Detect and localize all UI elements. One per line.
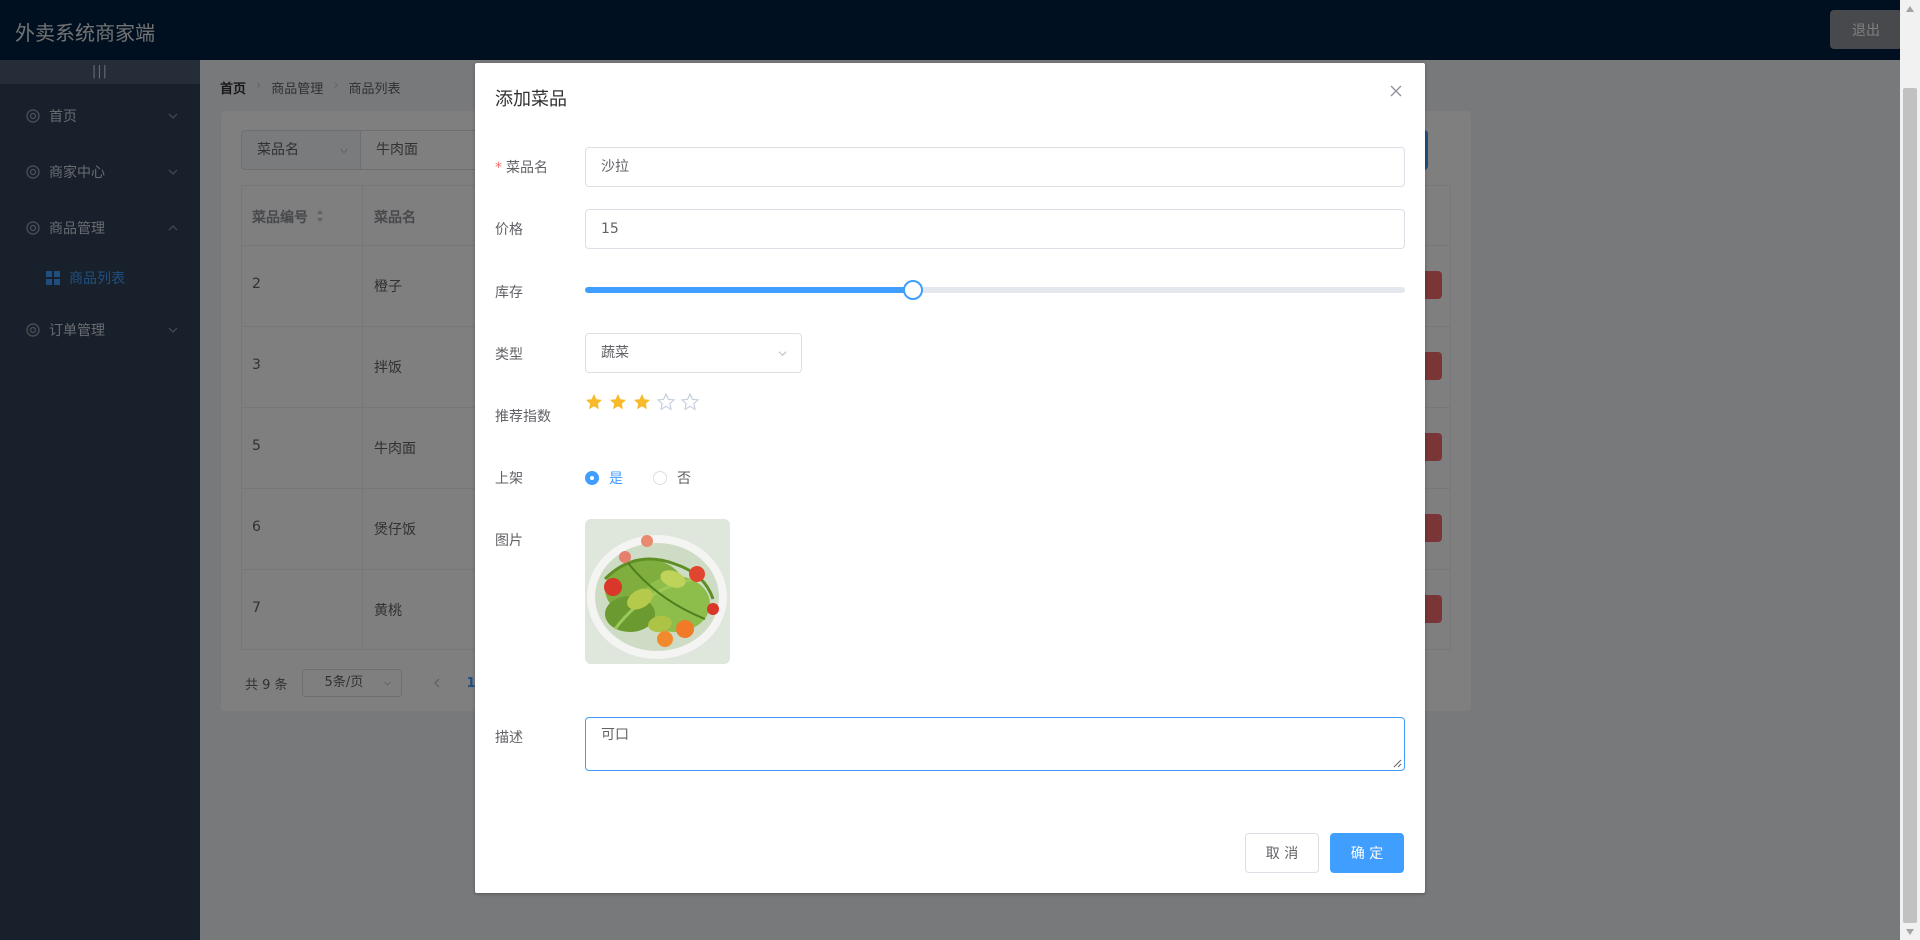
listed-no-radio[interactable]: 否 [653, 468, 691, 488]
type-select[interactable]: 蔬菜 [585, 333, 802, 373]
dish-image-upload[interactable] [585, 519, 730, 664]
star-empty-icon[interactable] [681, 393, 699, 411]
type-select-value: 蔬菜 [601, 345, 629, 361]
page-scrollbar[interactable] [1900, 0, 1920, 940]
star-filled-icon[interactable] [633, 393, 651, 411]
name-label: * 菜品名 [495, 157, 548, 177]
close-icon[interactable] [1389, 84, 1403, 98]
slider-fill [585, 287, 913, 293]
listed-yes-radio[interactable]: 是 [585, 468, 623, 488]
radio-label: 是 [609, 471, 623, 487]
radio-dot [585, 471, 599, 485]
dialog-title: 添加菜品 [495, 89, 567, 110]
type-label: 类型 [495, 347, 523, 363]
star-empty-icon[interactable] [657, 393, 675, 411]
name-label-text: 菜品名 [506, 160, 548, 176]
cancel-button[interactable]: 取 消 [1245, 833, 1319, 873]
price-label: 价格 [495, 222, 523, 238]
star-filled-icon[interactable] [585, 393, 603, 411]
rating-label: 推荐指数 [495, 409, 551, 425]
dish-name-input[interactable]: 沙拉 [585, 147, 1405, 187]
description-text: 可口 [601, 727, 629, 743]
confirm-button[interactable]: 确 定 [1330, 833, 1404, 873]
rating-stars[interactable] [585, 393, 699, 411]
add-dish-dialog: 添加菜品 * 菜品名 沙拉 价格 15 库存 类型 蔬菜 推荐指数 上架 是 否 … [475, 63, 1425, 893]
star-filled-icon[interactable] [609, 393, 627, 411]
chevron-down-icon [778, 351, 787, 357]
description-textarea[interactable]: 可口 [585, 717, 1405, 771]
listed-label: 上架 [495, 471, 523, 487]
scroll-up-arrow-icon[interactable] [1905, 5, 1915, 13]
radio-label: 否 [677, 471, 691, 487]
price-input[interactable]: 15 [585, 209, 1405, 249]
scroll-down-arrow-icon[interactable] [1905, 928, 1915, 936]
slider-handle[interactable] [903, 280, 923, 300]
stock-slider[interactable] [585, 280, 1405, 300]
resize-handle-icon[interactable] [1392, 758, 1402, 768]
required-asterisk: * [495, 160, 502, 176]
salad-photo [585, 519, 730, 664]
scrollbar-thumb[interactable] [1903, 88, 1917, 923]
desc-label: 描述 [495, 730, 523, 746]
stock-label: 库存 [495, 285, 523, 301]
radio-dot [653, 471, 667, 485]
image-label: 图片 [495, 533, 523, 549]
